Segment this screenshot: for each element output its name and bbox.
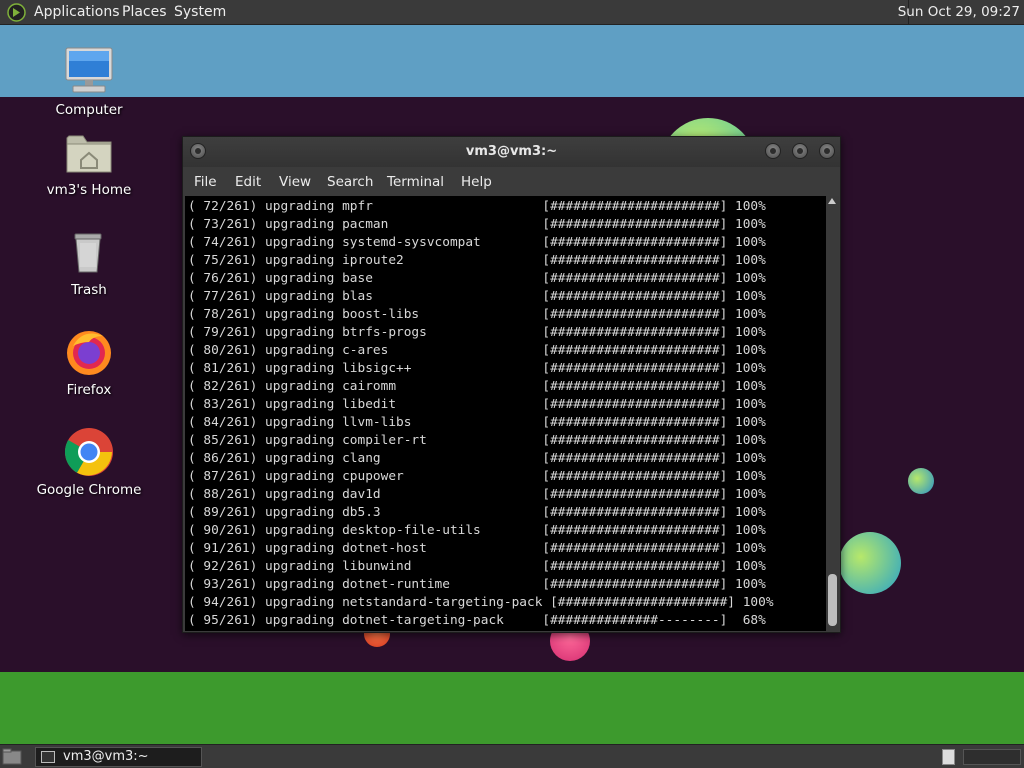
desktop-icon-firefox[interactable]: Firefox <box>14 326 164 398</box>
terminal-line: ( 82/261) upgrading cairomm [###########… <box>188 379 766 394</box>
terminal-line: ( 72/261) upgrading mpfr [##############… <box>188 199 766 214</box>
desktop-icon-label: Trash <box>71 282 107 298</box>
menu-terminal[interactable]: Terminal <box>387 174 444 190</box>
terminal-line: ( 86/261) upgrading clang [#############… <box>188 451 766 466</box>
wallpaper-green-band <box>0 672 1024 744</box>
terminal-line: ( 77/261) upgrading blas [##############… <box>188 289 766 304</box>
terminal-line: ( 87/261) upgrading cpupower [##########… <box>188 469 766 484</box>
firefox-icon <box>63 326 115 378</box>
window-title: vm3@vm3:~ <box>465 144 558 159</box>
desktop-icon-label: Computer <box>55 102 123 118</box>
wallpaper-bubble <box>839 532 901 594</box>
chrome-icon <box>63 426 115 478</box>
show-desktop-icon[interactable] <box>2 748 22 765</box>
terminal-line: ( 76/261) upgrading base [##############… <box>188 271 766 286</box>
terminal-line: ( 91/261) upgrading dotnet-host [#######… <box>188 541 766 556</box>
window-titlebar[interactable]: vm3@vm3:~ <box>183 137 840 167</box>
terminal-line: ( 79/261) upgrading btrfs-progs [#######… <box>188 325 766 340</box>
menu-view[interactable]: View <box>279 174 311 190</box>
places-menu[interactable]: Places <box>122 4 167 20</box>
menu-edit[interactable]: Edit <box>235 174 261 190</box>
desktop-icon-computer[interactable]: Computer <box>14 46 164 118</box>
scroll-up-arrow-icon[interactable] <box>828 198 836 204</box>
desktop-icon-label: vm3's Home <box>46 182 132 198</box>
taskbar-button-terminal[interactable]: vm3@vm3:~ <box>35 747 202 767</box>
desktop-icon-trash[interactable]: Trash <box>14 226 164 298</box>
menu-help[interactable]: Help <box>461 174 492 190</box>
applications-menu[interactable]: Applications <box>34 4 120 20</box>
terminal-output[interactable]: ( 72/261) upgrading mpfr [##############… <box>185 196 826 631</box>
terminal-line: ( 84/261) upgrading llvm-libs [#########… <box>188 415 766 430</box>
home-folder-icon <box>63 126 115 178</box>
terminal-line: ( 78/261) upgrading boost-libs [########… <box>188 307 766 322</box>
desktop-icon-label: Google Chrome <box>36 482 142 498</box>
terminal-line: ( 89/261) upgrading db5.3 [#############… <box>188 505 766 520</box>
desktop-icon-chrome[interactable]: Google Chrome <box>14 426 164 498</box>
mate-logo-icon[interactable] <box>7 3 26 22</box>
terminal-scrollbar[interactable] <box>826 196 839 631</box>
computer-icon <box>63 46 115 98</box>
workspace-switcher[interactable] <box>942 749 955 765</box>
menu-search[interactable]: Search <box>327 174 373 190</box>
top-panel: Applications Places System Sun Oct 29, 0… <box>0 0 1024 25</box>
terminal-line: ( 93/261) upgrading dotnet-runtime [####… <box>188 577 766 592</box>
terminal-line: ( 75/261) upgrading iproute2 [##########… <box>188 253 766 268</box>
bottom-panel: vm3@vm3:~ <box>0 744 1024 768</box>
terminal-line: ( 90/261) upgrading desktop-file-utils [… <box>188 523 766 538</box>
terminal-line: ( 88/261) upgrading dav1d [#############… <box>188 487 766 502</box>
terminal-lines: ( 72/261) upgrading mpfr [##############… <box>188 198 774 630</box>
terminal-line: ( 80/261) upgrading c-ares [############… <box>188 343 766 358</box>
terminal-line: ( 95/261) upgrading dotnet-targeting-pac… <box>188 613 766 628</box>
terminal-line: ( 94/261) upgrading netstandard-targetin… <box>188 595 774 610</box>
terminal-icon <box>41 751 55 763</box>
close-button[interactable] <box>819 143 835 159</box>
terminal-line: ( 83/261) upgrading libedit [###########… <box>188 397 766 412</box>
maximize-button[interactable] <box>792 143 808 159</box>
terminal-line: ( 74/261) upgrading systemd-sysvcompat [… <box>188 235 766 250</box>
desktop-icon-label: Firefox <box>66 382 112 398</box>
trash-icon <box>63 226 115 278</box>
system-menu[interactable]: System <box>174 4 226 20</box>
terminal-window[interactable]: vm3@vm3:~ File Edit View Search Terminal… <box>182 136 841 633</box>
terminal-line: ( 92/261) upgrading libunwind [#########… <box>188 559 766 574</box>
workspace-switcher-inactive[interactable] <box>963 749 1021 765</box>
terminal-menubar: File Edit View Search Terminal Help <box>183 167 840 196</box>
desktop-icon-home[interactable]: vm3's Home <box>14 126 164 198</box>
clock[interactable]: Sun Oct 29, 09:27 <box>898 4 1020 20</box>
scrollbar-thumb[interactable] <box>828 574 837 626</box>
terminal-line: ( 81/261) upgrading libsigc++ [#########… <box>188 361 766 376</box>
wallpaper-bubble <box>908 468 934 494</box>
terminal-line: ( 73/261) upgrading pacman [############… <box>188 217 766 232</box>
terminal-line: ( 85/261) upgrading compiler-rt [#######… <box>188 433 766 448</box>
menu-file[interactable]: File <box>194 174 217 190</box>
minimize-button[interactable] <box>765 143 781 159</box>
taskbar-button-label: vm3@vm3:~ <box>63 749 149 764</box>
